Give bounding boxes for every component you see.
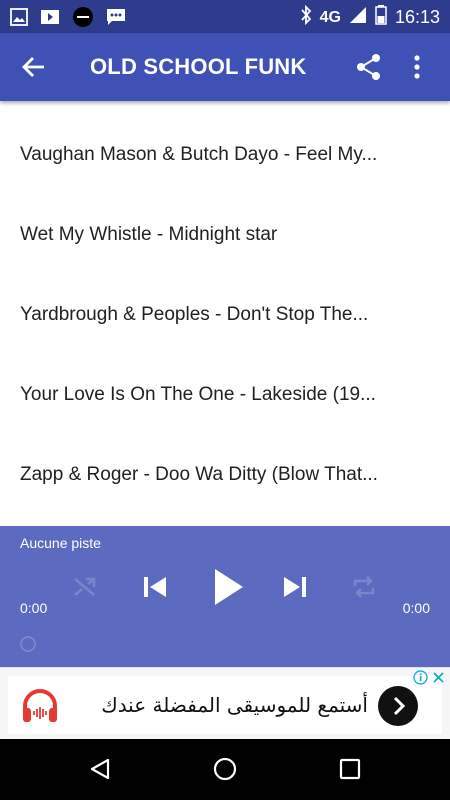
- system-nav-bar: [0, 739, 450, 800]
- page-title: OLD SCHOOL FUNK: [90, 54, 307, 79]
- image-icon: [10, 8, 28, 31]
- list-item[interactable]: Wet My Whistle - Midnight star: [0, 195, 450, 275]
- status-bar: 4G 16:13: [0, 0, 450, 33]
- next-icon[interactable]: [281, 571, 309, 608]
- ad-text: أستمع للموسيقى المفضلة عندك: [101, 693, 368, 717]
- battery-icon: [375, 5, 387, 30]
- back-triangle-icon[interactable]: [88, 757, 112, 786]
- previous-icon[interactable]: [141, 571, 169, 608]
- total-time: 0:00: [402, 600, 430, 616]
- shuffle-icon[interactable]: [72, 571, 98, 608]
- arrow-left-icon[interactable]: [20, 53, 48, 86]
- news-app-icon: [72, 6, 94, 33]
- now-playing-label: Aucune piste: [20, 535, 101, 551]
- repeat-icon[interactable]: [350, 571, 378, 608]
- ad-banner[interactable]: أستمع للموسيقى المفضلة عندك: [0, 667, 450, 740]
- message-icon: [106, 8, 126, 31]
- ad-close-icon[interactable]: [431, 670, 446, 690]
- list-item[interactable]: Zapp & Roger - Doo Wa Ditty (Blow That..…: [0, 435, 450, 515]
- headphones-icon: [20, 688, 60, 729]
- play-icon[interactable]: [210, 566, 246, 613]
- list-item[interactable]: Vaughan Mason & Butch Dayo - Feel My...: [0, 115, 450, 195]
- signal-icon: [349, 6, 367, 29]
- list-item[interactable]: Yardbrough & Peoples - Don't Stop The...: [0, 275, 450, 355]
- home-circle-icon[interactable]: [213, 757, 237, 786]
- player-panel: Aucune piste 0:00 0:00: [0, 526, 450, 667]
- list-item[interactable]: Your Love Is On The One - Lakeside (19..…: [0, 355, 450, 435]
- elapsed-time: 0:00: [20, 600, 48, 616]
- recents-square-icon[interactable]: [338, 757, 362, 786]
- ad-info-icon[interactable]: [413, 670, 428, 690]
- track-list: Vaughan Mason & Butch Dayo - Feel My... …: [0, 101, 450, 526]
- bluetooth-icon: [300, 4, 312, 30]
- video-icon: [40, 8, 60, 31]
- share-icon[interactable]: [355, 53, 383, 86]
- seek-handle[interactable]: [20, 636, 36, 652]
- app-bar: OLD SCHOOL FUNK: [0, 33, 450, 101]
- more-vert-icon[interactable]: [412, 53, 422, 86]
- clock: 16:13: [394, 7, 440, 27]
- chevron-right-icon[interactable]: [378, 686, 418, 726]
- network-type: 4G: [319, 8, 341, 26]
